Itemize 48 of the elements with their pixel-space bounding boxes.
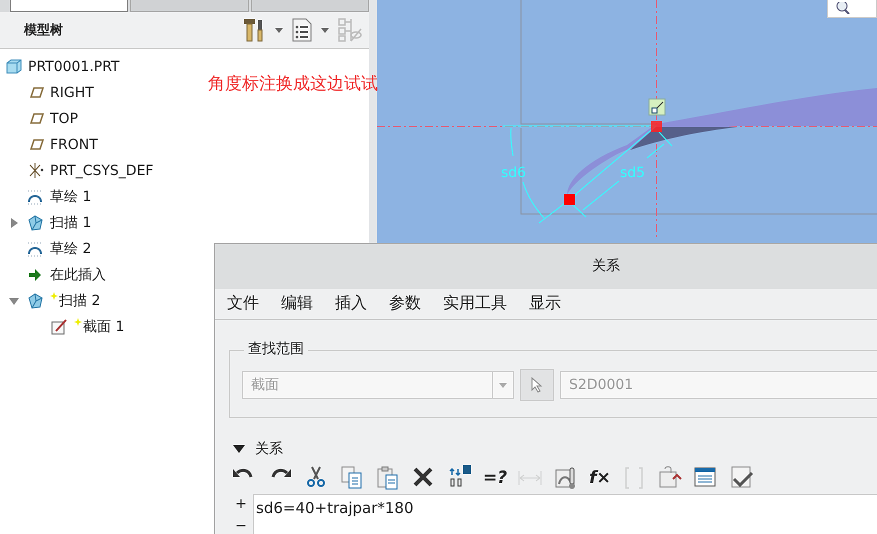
solid-icon [26,214,44,232]
code-line: sd6=40+trajpar*180 [256,499,415,517]
tree-item[interactable]: 扫描 1 [50,214,92,232]
arc-icon [26,240,44,258]
tree-item[interactable]: FRONT [50,137,98,153]
zoom-icon[interactable] [836,2,850,14]
caret-icon[interactable] [321,28,329,32]
pointer-icon [531,377,543,393]
tree-item[interactable]: RIGHT [50,85,94,101]
tree-item[interactable]: PRT_CSYS_DEF [50,163,154,179]
tree-item[interactable]: 在此插入 [50,266,106,284]
caret-icon[interactable] [275,28,283,32]
tree-item[interactable]: 草绘 2 [50,240,92,258]
solid-icon [26,292,44,310]
group-legend: 查找范围 [244,340,308,358]
cube-icon [4,58,22,76]
toolbar-button[interactable]: f× [587,464,613,492]
arrow-icon [26,266,44,284]
collapse-button[interactable]: − [235,518,247,534]
menu-item[interactable]: 文件 [227,293,259,314]
annotation-text: 角度标注换成这边试试 [208,73,378,95]
tree-item[interactable]: TOP [50,111,78,127]
list-icon[interactable] [291,17,313,43]
section-label: 关系 [255,440,283,458]
toolbar-button[interactable]: =? [481,464,510,492]
tree-item[interactable]: 草绘 1 [50,188,92,206]
relations-editor[interactable]: sd6=40+trajpar*180 [253,494,877,534]
menu-item[interactable]: 编辑 [281,293,313,314]
caret-icon [499,382,507,388]
menu-item[interactable]: 插入 [335,293,367,314]
dialog-title: 关系 [592,257,620,276]
collapse-arrow-icon[interactable] [233,445,245,453]
select-button[interactable] [520,369,554,401]
menu-item[interactable]: 显示 [529,293,561,314]
endpoint-marker [651,121,662,132]
arc-icon [26,188,44,206]
panel-title: 模型树 [24,22,63,39]
tree-item[interactable]: PRT0001.PRT [28,59,120,75]
menu-item[interactable]: 参数 [389,293,421,314]
tree-item[interactable]: 扫描 2 [59,292,100,310]
pencil-icon [50,318,68,336]
tree-item[interactable]: 截面 1 [83,318,124,336]
panel-tab[interactable] [10,0,128,12]
expand-button[interactable]: + [235,496,247,512]
expand-arrow-icon[interactable] [8,218,20,228]
constraint-icon[interactable] [648,98,666,116]
menu-item[interactable]: 实用工具 [443,293,507,314]
endpoint-marker [564,194,575,205]
